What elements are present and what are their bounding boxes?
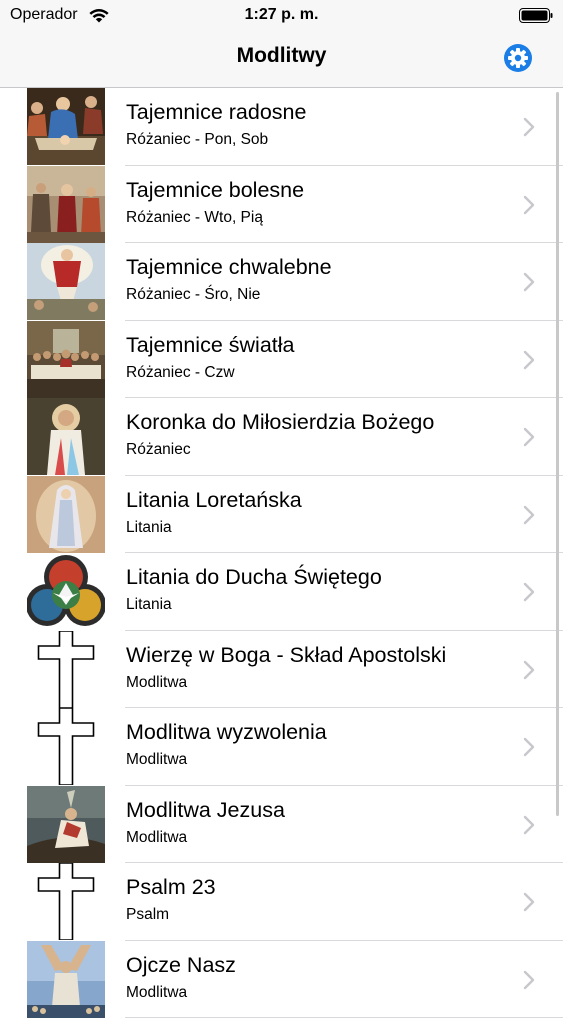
item-title: Tajemnice chwalebne xyxy=(126,255,332,280)
list-item[interactable]: Koronka do Miłosierdzia Bożego Różaniec xyxy=(0,398,563,476)
list-item[interactable]: Tajemnice radosne Różaniec - Pon, Sob xyxy=(0,88,563,166)
item-subtitle: Różaniec - Czw xyxy=(126,364,235,382)
item-title: Modlitwa wyzwolenia xyxy=(126,720,327,745)
item-title: Tajemnice światła xyxy=(126,333,294,358)
item-subtitle: Różaniec - Wto, Pią xyxy=(126,209,263,227)
list-item[interactable]: Modlitwa Jezusa Modlitwa xyxy=(0,786,563,864)
cross-icon xyxy=(27,631,105,708)
chevron-right-icon xyxy=(522,659,536,681)
battery-icon xyxy=(519,8,553,23)
item-title: Tajemnice radosne xyxy=(126,100,306,125)
chevron-right-icon xyxy=(522,504,536,526)
list-item[interactable]: Tajemnice światła Różaniec - Czw xyxy=(0,321,563,399)
praying-jesus-painting xyxy=(27,786,105,863)
item-subtitle: Modlitwa xyxy=(126,829,187,847)
cross-icon xyxy=(27,708,105,785)
item-subtitle: Modlitwa xyxy=(126,984,187,1002)
jesus-arms-raised-painting xyxy=(27,941,105,1018)
item-subtitle: Różaniec xyxy=(126,441,191,459)
scrollbar[interactable] xyxy=(556,92,559,816)
page-title: Modlitwy xyxy=(0,44,563,68)
cross-icon xyxy=(27,863,105,940)
item-subtitle: Różaniec - Pon, Sob xyxy=(126,131,268,149)
status-bar: Operador 1:27 p. m. xyxy=(0,0,563,32)
chevron-right-icon xyxy=(522,814,536,836)
chevron-right-icon xyxy=(522,271,536,293)
item-title: Ojcze Nasz xyxy=(126,953,236,978)
item-subtitle: Litania xyxy=(126,519,172,537)
list-item[interactable]: Litania Loretańska Litania xyxy=(0,476,563,554)
navigation-bar: Modlitwy xyxy=(0,32,563,88)
chevron-right-icon xyxy=(522,349,536,371)
holy-spirit-stained-glass xyxy=(27,553,105,630)
item-subtitle: Litania xyxy=(126,596,172,614)
list-item[interactable]: Litania do Ducha Świętego Litania xyxy=(0,553,563,631)
item-title: Modlitwa Jezusa xyxy=(126,798,285,823)
item-subtitle: Modlitwa xyxy=(126,674,187,692)
list-item[interactable]: Tajemnice chwalebne Różaniec - Śro, Nie xyxy=(0,243,563,321)
chevron-right-icon xyxy=(522,581,536,603)
item-title: Tajemnice bolesne xyxy=(126,178,304,203)
list-item[interactable]: Ojcze Nasz Modlitwa xyxy=(0,941,563,1018)
chevron-right-icon xyxy=(522,969,536,991)
item-title: Psalm 23 xyxy=(126,875,216,900)
chevron-right-icon xyxy=(522,891,536,913)
clock: 1:27 p. m. xyxy=(0,6,563,24)
list-item[interactable]: Modlitwa wyzwolenia Modlitwa xyxy=(0,708,563,786)
item-title: Litania Loretańska xyxy=(126,488,302,513)
list-item[interactable]: Psalm 23 Psalm xyxy=(0,863,563,941)
chevron-right-icon xyxy=(522,426,536,448)
item-title: Wierzę w Boga - Skład Apostolski xyxy=(126,643,446,668)
virgin-mary-painting xyxy=(27,476,105,553)
chevron-right-icon xyxy=(522,736,536,758)
chevron-right-icon xyxy=(522,116,536,138)
passion-painting xyxy=(27,166,105,243)
item-subtitle: Modlitwa xyxy=(126,751,187,769)
list-item[interactable]: Tajemnice bolesne Różaniec - Wto, Pią xyxy=(0,166,563,244)
prayer-list[interactable]: Tajemnice radosneRóżaniec - Pon, SobTaje… xyxy=(0,88,563,1018)
nativity-painting xyxy=(27,88,105,165)
divine-mercy-painting xyxy=(27,398,105,475)
list-item[interactable]: Wierzę w Boga - Skład Apostolski Modlitwa xyxy=(0,631,563,709)
item-subtitle: Różaniec - Śro, Nie xyxy=(126,286,260,304)
last-supper-painting xyxy=(27,321,105,398)
resurrection-painting xyxy=(27,243,105,320)
item-subtitle: Psalm xyxy=(126,906,169,924)
chevron-right-icon xyxy=(522,194,536,216)
item-title: Litania do Ducha Świętego xyxy=(126,565,382,590)
gear-icon[interactable] xyxy=(503,43,533,73)
item-title: Koronka do Miłosierdzia Bożego xyxy=(126,410,434,435)
